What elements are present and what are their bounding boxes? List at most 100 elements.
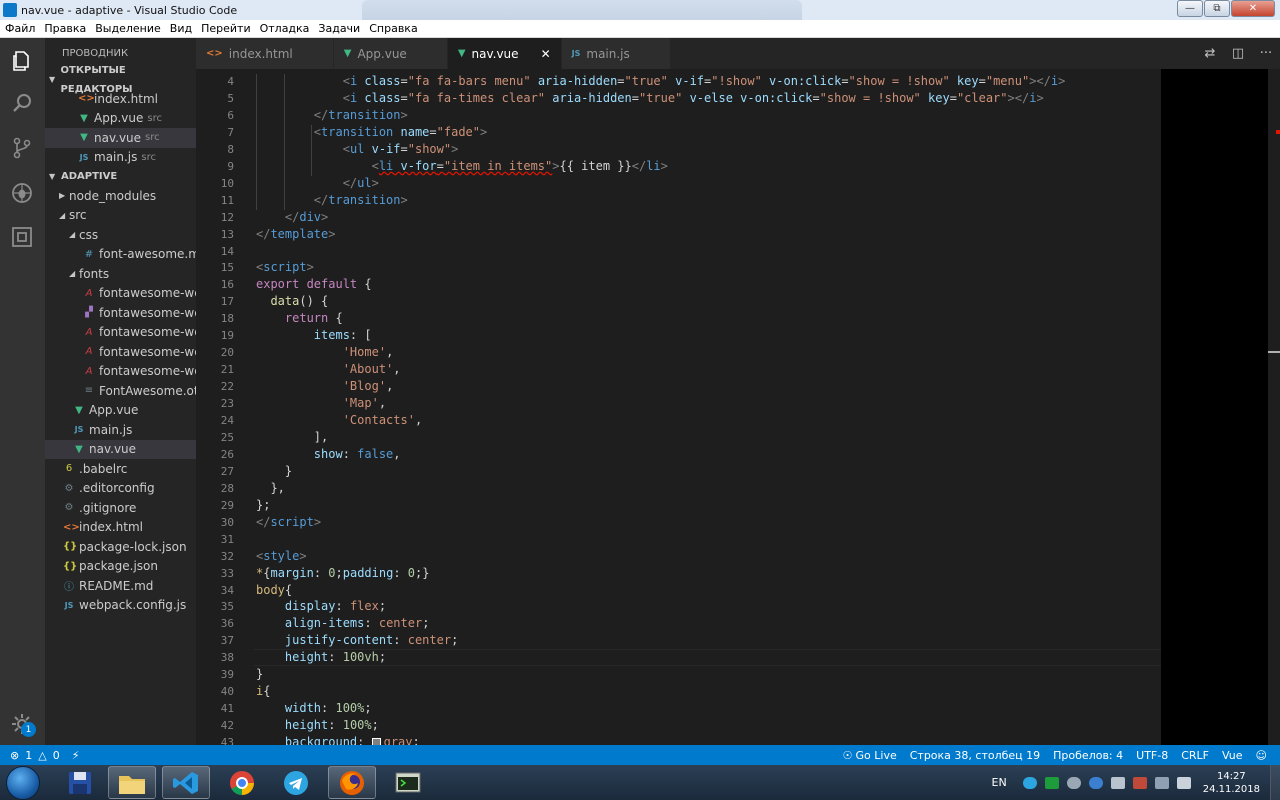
indentation[interactable]: Пробелов: 4 — [1053, 749, 1123, 762]
code-line[interactable]: <script> — [256, 260, 314, 274]
tree-folder[interactable]: ◢ css — [45, 225, 196, 245]
save-app-icon[interactable] — [56, 766, 104, 799]
go-live-button[interactable]: Go Live — [856, 749, 897, 762]
code-line[interactable]: </div> — [256, 210, 328, 224]
telegram-tray-icon[interactable] — [1022, 776, 1037, 789]
extensions-icon[interactable] — [10, 225, 34, 249]
source-control-icon[interactable] — [10, 136, 34, 160]
minimize-button[interactable]: — — [1177, 0, 1203, 17]
open-changes-icon[interactable]: ⇄ — [1196, 46, 1224, 61]
cursor-position[interactable]: Строка 38, столбец 19 — [910, 749, 1040, 762]
explorer-icon[interactable] — [10, 49, 34, 73]
tab-close-icon[interactable]: ✕ — [541, 47, 551, 61]
network-tray-icon[interactable] — [1154, 776, 1169, 789]
code-line[interactable]: 'Blog', — [256, 379, 394, 393]
code-line[interactable]: i{ — [256, 684, 270, 698]
code-line[interactable]: show: false, — [256, 447, 401, 461]
menu-item[interactable]: Перейти — [201, 22, 251, 35]
code-line[interactable]: }; — [256, 498, 270, 512]
code-line[interactable]: </transition> — [256, 193, 408, 207]
code-line[interactable]: </template> — [256, 227, 335, 241]
language-mode[interactable]: Vue — [1222, 749, 1243, 762]
vscode-app-icon[interactable] — [162, 766, 210, 799]
menu-item[interactable]: Выделение — [95, 22, 161, 35]
code-line[interactable]: align-items: center; — [256, 616, 430, 630]
file-explorer-app-icon[interactable] — [108, 766, 156, 799]
volume-tray-icon[interactable] — [1176, 776, 1191, 789]
tree-file[interactable]: ▼ nav.vue — [45, 439, 196, 459]
code-line[interactable]: }, — [256, 481, 284, 495]
code-line[interactable]: ], — [256, 430, 328, 444]
network-manager-tray-icon[interactable] — [1088, 776, 1103, 789]
code-line[interactable]: </script> — [256, 515, 321, 529]
tree-folder[interactable]: ◢ fonts — [45, 264, 196, 284]
code-line[interactable]: height: 100vh; — [256, 650, 386, 664]
code-line[interactable]: body{ — [256, 583, 292, 597]
tree-file[interactable]: Afontawesome-we... — [45, 323, 196, 343]
code-line[interactable]: <style> — [256, 549, 307, 563]
tree-file[interactable]: ▼ App.vue — [45, 401, 196, 421]
tree-folder[interactable]: ◢ src — [45, 206, 196, 226]
tree-file[interactable]: Afontawesome-we... — [45, 342, 196, 362]
feedback-icon[interactable]: ☺ — [1256, 749, 1267, 762]
project-header[interactable]: ▼ ADAPTIVE — [45, 167, 196, 186]
code-line[interactable]: 'Map', — [256, 396, 386, 410]
chrome-app-icon[interactable] — [218, 766, 266, 799]
tree-file[interactable]: ≡ FontAwesome.otf — [45, 381, 196, 401]
code-line[interactable]: <ul v-if="show"> — [256, 142, 459, 156]
warning-icon[interactable]: △ — [38, 749, 46, 762]
menu-item[interactable]: Файл — [5, 22, 35, 35]
tree-file[interactable]: ⚙ .editorconfig — [45, 479, 196, 499]
warning-count[interactable]: 0 — [53, 749, 60, 762]
terminal-app-icon[interactable] — [384, 766, 432, 799]
tree-file[interactable]: 6 .babelrc — [45, 459, 196, 479]
minimap[interactable] — [1161, 69, 1268, 745]
code-line[interactable]: 'Contacts', — [256, 413, 422, 427]
tree-file[interactable]: Afontawesome-we... — [45, 284, 196, 304]
code-line[interactable]: *{margin: 0;padding: 0;} — [256, 566, 429, 580]
green-tray-icon[interactable] — [1044, 776, 1059, 789]
code-line[interactable]: data() { — [256, 294, 328, 308]
flag-tray-icon[interactable] — [1132, 776, 1147, 789]
tree-folder[interactable]: ▶ node_modules — [45, 186, 196, 206]
go-live-icon[interactable]: ☉ — [843, 749, 853, 762]
code-line[interactable]: 'About', — [256, 362, 401, 376]
code-editor[interactable]: 4 <i class="fa fa-bars menu" aria-hidden… — [196, 69, 1161, 745]
code-line[interactable]: export default { — [256, 277, 372, 291]
error-icon[interactable]: ⊗ — [10, 749, 19, 762]
code-line[interactable]: <transition name="fade"> — [256, 125, 487, 139]
telegram-app-icon[interactable] — [272, 766, 320, 799]
tree-file[interactable]: ▞ fontawesome-we... — [45, 303, 196, 323]
code-line[interactable]: items: [ — [256, 328, 372, 342]
end-of-line[interactable]: CRLF — [1181, 749, 1209, 762]
tree-file[interactable]: {} package-lock.json — [45, 537, 196, 557]
code-line[interactable]: <i class="fa fa-bars menu" aria-hidden="… — [256, 74, 1066, 88]
tree-file[interactable]: ⚙ .gitignore — [45, 498, 196, 518]
tree-file[interactable]: <> index.html — [45, 518, 196, 538]
encoding[interactable]: UTF-8 — [1136, 749, 1168, 762]
tree-file[interactable]: JS webpack.config.js — [45, 596, 196, 616]
code-line[interactable]: width: 100%; — [256, 701, 372, 715]
menu-item[interactable]: Задачи — [318, 22, 360, 35]
menu-item[interactable]: Вид — [170, 22, 192, 35]
code-line[interactable]: </ul> — [256, 176, 379, 190]
start-button[interactable] — [6, 766, 40, 800]
code-line[interactable]: background: gray; — [256, 735, 420, 745]
tab-nav-vue[interactable]: ▼ nav.vue ✕ — [447, 38, 562, 69]
code-line[interactable]: display: flex; — [256, 599, 386, 613]
tree-file[interactable]: Afontawesome-we... — [45, 362, 196, 382]
restore-button[interactable]: ⧉ — [1204, 0, 1230, 17]
tree-file[interactable]: # font-awesome.mi... — [45, 245, 196, 265]
input-language[interactable]: EN — [992, 776, 1007, 789]
code-line[interactable]: justify-content: center; — [256, 633, 458, 647]
code-line[interactable]: </transition> — [256, 108, 408, 122]
open-editor-item[interactable]: ▼ App.vue src — [45, 109, 196, 129]
code-line[interactable]: <i class="fa fa-times clear" aria-hidden… — [256, 91, 1044, 105]
open-editors-header[interactable]: ▼ ОТКРЫТЫЕ РЕДАКТОРЫ — [45, 65, 196, 95]
more-actions-icon[interactable]: ··· — [1252, 46, 1280, 61]
code-line[interactable]: height: 100%; — [256, 718, 379, 732]
tab-main-js[interactable]: JS main.js — [561, 38, 671, 69]
tab-app-vue[interactable]: ▼ App.vue — [333, 38, 448, 69]
error-count[interactable]: 1 — [25, 749, 32, 762]
menu-item[interactable]: Правка — [44, 22, 86, 35]
